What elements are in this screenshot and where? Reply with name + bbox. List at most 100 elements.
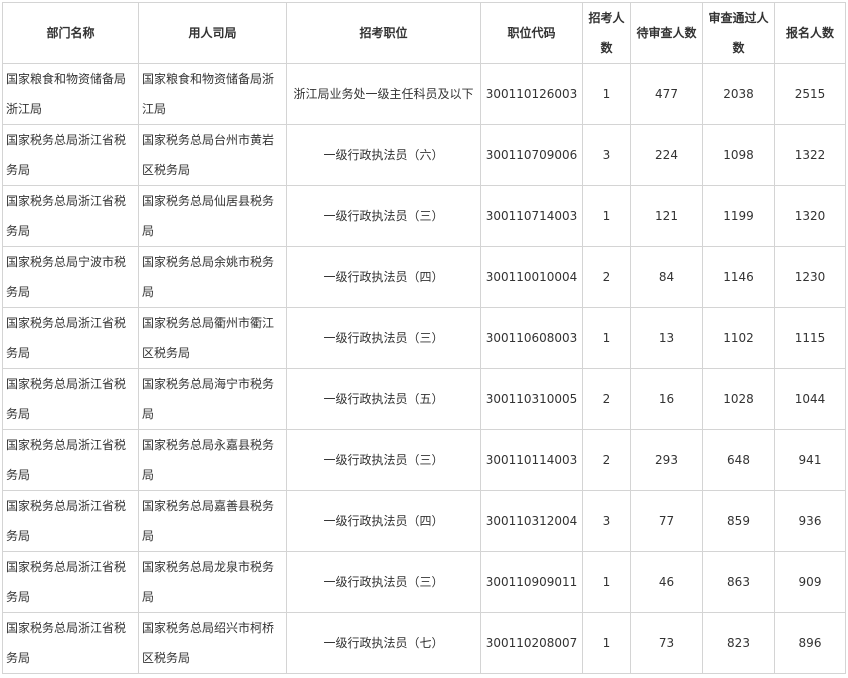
cell-pending: 77 <box>630 490 703 552</box>
cell-department: 国家粮食和物资储备局浙江局 <box>2 63 139 125</box>
cell-position: 一级行政执法员（四） <box>286 490 481 552</box>
cell-code: 300110608003 <box>480 307 583 369</box>
cell-pending: 121 <box>630 185 703 247</box>
cell-applicants: 1322 <box>774 124 846 186</box>
cell-applicants: 1115 <box>774 307 846 369</box>
cell-pending: 293 <box>630 429 703 491</box>
cell-quota: 2 <box>582 368 631 430</box>
cell-code: 300110208007 <box>480 612 583 674</box>
cell-quota: 1 <box>582 612 631 674</box>
cell-quota: 1 <box>582 63 631 125</box>
cell-applicants: 1320 <box>774 185 846 247</box>
cell-pending: 13 <box>630 307 703 369</box>
header-quota: 招考人数 <box>582 2 631 64</box>
table-row: 国家税务总局浙江省税务局 国家税务总局永嘉县税务局 一级行政执法员（三） 300… <box>2 429 846 491</box>
header-approved: 审查通过人数 <box>702 2 775 64</box>
cell-position: 一级行政执法员（七） <box>286 612 481 674</box>
cell-position: 一级行政执法员（六） <box>286 124 481 186</box>
cell-quota: 3 <box>582 490 631 552</box>
cell-approved: 859 <box>702 490 775 552</box>
cell-quota: 1 <box>582 307 631 369</box>
header-pending: 待审查人数 <box>630 2 703 64</box>
cell-position: 一级行政执法员（四） <box>286 246 481 308</box>
cell-quota: 1 <box>582 185 631 247</box>
cell-pending: 477 <box>630 63 703 125</box>
table-row: 国家税务总局浙江省税务局 国家税务总局绍兴市柯桥区税务局 一级行政执法员（七） … <box>2 612 846 674</box>
header-row: 部门名称 用人司局 招考职位 职位代码 招考人数 待审查人数 审查通过人数 报名… <box>2 2 846 64</box>
cell-department: 国家税务总局浙江省税务局 <box>2 490 139 552</box>
table-row: 国家税务总局浙江省税务局 国家税务总局嘉善县税务局 一级行政执法员（四） 300… <box>2 490 846 552</box>
cell-approved: 863 <box>702 551 775 613</box>
cell-approved: 648 <box>702 429 775 491</box>
cell-employer: 国家税务总局永嘉县税务局 <box>138 429 287 491</box>
cell-approved: 823 <box>702 612 775 674</box>
cell-employer: 国家税务总局台州市黄岩区税务局 <box>138 124 287 186</box>
table-row: 国家税务总局浙江省税务局 国家税务总局仙居县税务局 一级行政执法员（三） 300… <box>2 185 846 247</box>
cell-quota: 3 <box>582 124 631 186</box>
cell-employer: 国家税务总局衢州市衢江区税务局 <box>138 307 287 369</box>
cell-pending: 84 <box>630 246 703 308</box>
cell-quota: 2 <box>582 429 631 491</box>
cell-applicants: 2515 <box>774 63 846 125</box>
cell-pending: 224 <box>630 124 703 186</box>
cell-code: 300110010004 <box>480 246 583 308</box>
table-row: 国家粮食和物资储备局浙江局 国家粮食和物资储备局浙江局 浙江局业务处一级主任科员… <box>2 63 846 125</box>
cell-employer: 国家税务总局龙泉市税务局 <box>138 551 287 613</box>
cell-pending: 46 <box>630 551 703 613</box>
cell-approved: 1199 <box>702 185 775 247</box>
cell-employer: 国家税务总局仙居县税务局 <box>138 185 287 247</box>
cell-applicants: 909 <box>774 551 846 613</box>
cell-employer: 国家税务总局海宁市税务局 <box>138 368 287 430</box>
cell-approved: 1102 <box>702 307 775 369</box>
cell-department: 国家税务总局浙江省税务局 <box>2 368 139 430</box>
cell-code: 300110126003 <box>480 63 583 125</box>
table-row: 国家税务总局浙江省税务局 国家税务总局海宁市税务局 一级行政执法员（五） 300… <box>2 368 846 430</box>
cell-employer: 国家粮食和物资储备局浙江局 <box>138 63 287 125</box>
cell-employer: 国家税务总局余姚市税务局 <box>138 246 287 308</box>
cell-pending: 73 <box>630 612 703 674</box>
cell-position: 一级行政执法员（三） <box>286 185 481 247</box>
cell-department: 国家税务总局宁波市税务局 <box>2 246 139 308</box>
header-employer: 用人司局 <box>138 2 287 64</box>
cell-position: 一级行政执法员（三） <box>286 551 481 613</box>
header-position: 招考职位 <box>286 2 481 64</box>
cell-code: 300110310005 <box>480 368 583 430</box>
cell-approved: 2038 <box>702 63 775 125</box>
cell-department: 国家税务总局浙江省税务局 <box>2 551 139 613</box>
cell-applicants: 936 <box>774 490 846 552</box>
table-row: 国家税务总局浙江省税务局 国家税务总局龙泉市税务局 一级行政执法员（三） 300… <box>2 551 846 613</box>
cell-code: 300110709006 <box>480 124 583 186</box>
header-department: 部门名称 <box>2 2 139 64</box>
cell-department: 国家税务总局浙江省税务局 <box>2 124 139 186</box>
recruitment-table: 部门名称 用人司局 招考职位 职位代码 招考人数 待审查人数 审查通过人数 报名… <box>2 2 846 674</box>
cell-department: 国家税务总局浙江省税务局 <box>2 185 139 247</box>
cell-applicants: 941 <box>774 429 846 491</box>
cell-department: 国家税务总局浙江省税务局 <box>2 612 139 674</box>
cell-approved: 1098 <box>702 124 775 186</box>
cell-quota: 2 <box>582 246 631 308</box>
cell-code: 300110909011 <box>480 551 583 613</box>
cell-department: 国家税务总局浙江省税务局 <box>2 307 139 369</box>
cell-employer: 国家税务总局嘉善县税务局 <box>138 490 287 552</box>
header-applicants: 报名人数 <box>774 2 846 64</box>
table-row: 国家税务总局浙江省税务局 国家税务总局台州市黄岩区税务局 一级行政执法员（六） … <box>2 124 846 186</box>
cell-quota: 1 <box>582 551 631 613</box>
table-row: 国家税务总局浙江省税务局 国家税务总局衢州市衢江区税务局 一级行政执法员（三） … <box>2 307 846 369</box>
cell-approved: 1028 <box>702 368 775 430</box>
cell-applicants: 1044 <box>774 368 846 430</box>
cell-position: 一级行政执法员（三） <box>286 429 481 491</box>
cell-code: 300110312004 <box>480 490 583 552</box>
cell-applicants: 1230 <box>774 246 846 308</box>
cell-approved: 1146 <box>702 246 775 308</box>
cell-code: 300110714003 <box>480 185 583 247</box>
header-code: 职位代码 <box>480 2 583 64</box>
cell-employer: 国家税务总局绍兴市柯桥区税务局 <box>138 612 287 674</box>
cell-code: 300110114003 <box>480 429 583 491</box>
cell-department: 国家税务总局浙江省税务局 <box>2 429 139 491</box>
cell-applicants: 896 <box>774 612 846 674</box>
table-row: 国家税务总局宁波市税务局 国家税务总局余姚市税务局 一级行政执法员（四） 300… <box>2 246 846 308</box>
cell-position: 浙江局业务处一级主任科员及以下 <box>286 63 481 125</box>
cell-pending: 16 <box>630 368 703 430</box>
cell-position: 一级行政执法员（五） <box>286 368 481 430</box>
cell-position: 一级行政执法员（三） <box>286 307 481 369</box>
